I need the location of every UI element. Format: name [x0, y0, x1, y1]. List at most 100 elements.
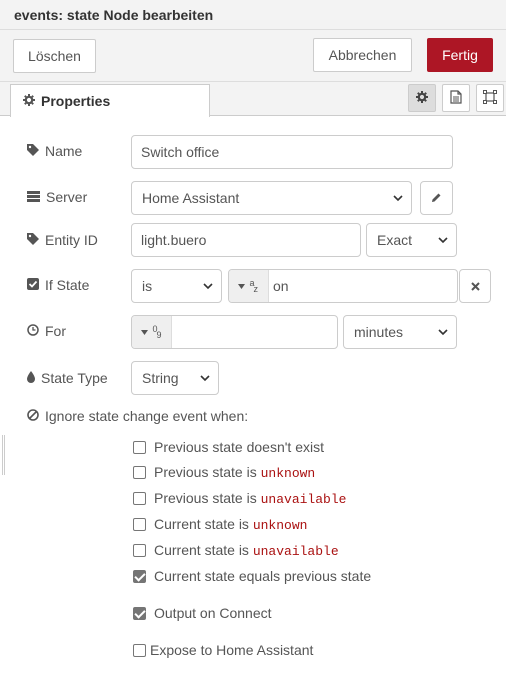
type-selector[interactable]: a z: [229, 270, 269, 302]
chevron-down-icon: [203, 278, 213, 294]
if-state-operator-value: is: [142, 278, 153, 294]
state-type-select[interactable]: String: [131, 361, 219, 395]
chevron-down-icon: [438, 324, 448, 340]
if-state-label: If State: [27, 277, 89, 293]
string-type-icon: a z: [250, 278, 260, 294]
for-unit-select[interactable]: minutes: [343, 315, 457, 349]
output-on-connect-checkbox[interactable]: [133, 606, 146, 620]
entity-id-input[interactable]: light.buero: [131, 223, 361, 257]
ignore-checkbox[interactable]: [133, 518, 146, 531]
ignore-item-prefix: Previous state is: [154, 490, 261, 506]
dialog-title: events: state Node bearbeiten: [0, 0, 506, 30]
ignore-checkbox[interactable]: [133, 492, 146, 505]
ignore-item-code: unavailable: [260, 492, 347, 507]
delete-button[interactable]: Löschen: [13, 39, 96, 73]
done-button[interactable]: Fertig: [427, 38, 493, 72]
chevron-down-icon: [438, 232, 448, 248]
if-state-label-text: If State: [45, 277, 90, 293]
description-tab-button[interactable]: [442, 84, 470, 112]
action-bar: Löschen Abbrechen Fertig: [0, 30, 506, 82]
ignore-checkbox[interactable]: [133, 569, 146, 583]
output-on-connect-text: Output on Connect: [154, 605, 272, 621]
server-icon: [27, 189, 40, 205]
for-label-text: For: [45, 323, 66, 339]
caret-down-icon: [237, 281, 245, 292]
ignore-item-text: Current state is unknown: [154, 516, 307, 533]
ignore-heading-text: Ignore state change event when:: [45, 408, 249, 424]
server-select[interactable]: Home Assistant: [131, 181, 412, 215]
cancel-button[interactable]: Abbrechen: [313, 38, 412, 72]
if-state-operator-select[interactable]: is: [131, 269, 222, 303]
state-type-value: String: [142, 370, 179, 386]
name-label-text: Name: [45, 143, 83, 159]
tab-properties[interactable]: Properties: [10, 84, 210, 117]
ignore-item[interactable]: Current state equals previous state: [133, 568, 371, 584]
ignore-item-text: Previous state doesn't exist: [154, 439, 324, 455]
ignore-item[interactable]: Previous state is unknown: [133, 464, 315, 481]
for-typed-input[interactable]: 0 9: [131, 315, 338, 349]
server-label: Server: [27, 189, 87, 205]
ignore-item-prefix: Current state is: [154, 516, 253, 532]
entity-match-select[interactable]: Exact: [366, 223, 457, 257]
for-value[interactable]: [172, 316, 176, 348]
ban-icon: [27, 408, 39, 424]
number-type-sub: 9: [156, 330, 162, 340]
ignore-checkbox[interactable]: [133, 440, 146, 454]
chevron-down-icon: [200, 370, 210, 386]
expose-checkbox[interactable]: [133, 643, 146, 657]
output-on-connect[interactable]: Output on Connect: [133, 605, 272, 621]
entity-match-value: Exact: [377, 232, 413, 248]
tab-bar: Properties: [0, 82, 506, 117]
state-type-label-text: State Type: [41, 370, 108, 386]
ignore-checkbox[interactable]: [133, 544, 146, 557]
ignore-item-code: unavailable: [252, 544, 339, 559]
name-input[interactable]: Switch office: [131, 135, 453, 169]
pencil-icon: [431, 190, 442, 206]
ignore-item[interactable]: Previous state is unavailable: [133, 490, 346, 507]
type-selector[interactable]: 0 9: [132, 316, 172, 348]
entity-id-label: Entity ID: [27, 232, 98, 248]
server-label-text: Server: [46, 189, 88, 205]
expose-text: Expose to Home Assistant: [150, 642, 314, 658]
ignore-item[interactable]: Current state is unknown: [133, 516, 307, 533]
for-label: For: [27, 323, 66, 339]
ignore-item-prefix: Previous state is: [154, 464, 261, 480]
ignore-item[interactable]: Current state is unavailable: [133, 542, 339, 559]
tag-icon: [27, 232, 39, 248]
ignore-item-text: Current state is unavailable: [154, 542, 339, 559]
chevron-down-icon: [393, 190, 403, 206]
gear-icon: [416, 90, 428, 106]
close-icon: [470, 278, 480, 294]
checkbox-icon: [27, 277, 39, 293]
expose-to-home-assistant[interactable]: Expose to Home Assistant: [133, 642, 313, 658]
ignore-item-text: Current state equals previous state: [154, 568, 372, 584]
if-state-value[interactable]: on: [269, 270, 289, 302]
ignore-heading: Ignore state change event when:: [27, 408, 248, 424]
server-select-value: Home Assistant: [142, 190, 240, 206]
name-label: Name: [27, 143, 82, 159]
ignore-item-text: Previous state is unknown: [154, 464, 315, 481]
tab-properties-label: Properties: [41, 93, 111, 109]
tag-icon: [27, 143, 39, 159]
clear-if-state-button[interactable]: [459, 269, 491, 303]
drop-icon: [27, 370, 35, 386]
ignore-checkbox[interactable]: [133, 466, 146, 479]
appearance-tab-button[interactable]: [476, 84, 504, 112]
edit-server-button[interactable]: [420, 181, 453, 215]
for-unit-value: minutes: [354, 324, 404, 340]
resize-handle[interactable]: [2, 435, 5, 475]
entity-id-label-text: Entity ID: [45, 232, 98, 248]
state-type-label: State Type: [27, 370, 108, 386]
gear-icon: [23, 93, 35, 109]
string-type-sub: z: [253, 284, 259, 294]
if-state-typed-input[interactable]: a z on: [228, 269, 458, 303]
ignore-item[interactable]: Previous state doesn't exist: [133, 439, 324, 455]
frame-icon: [483, 89, 497, 107]
ignore-item-code: unknown: [260, 466, 316, 481]
document-icon: [450, 89, 462, 107]
number-type-icon: 0 9: [153, 324, 163, 340]
settings-tab-button[interactable]: [408, 84, 436, 112]
clock-icon: [27, 323, 39, 339]
ignore-item-text: Previous state is unavailable: [154, 490, 346, 507]
ignore-item-prefix: Current state is: [154, 542, 253, 558]
